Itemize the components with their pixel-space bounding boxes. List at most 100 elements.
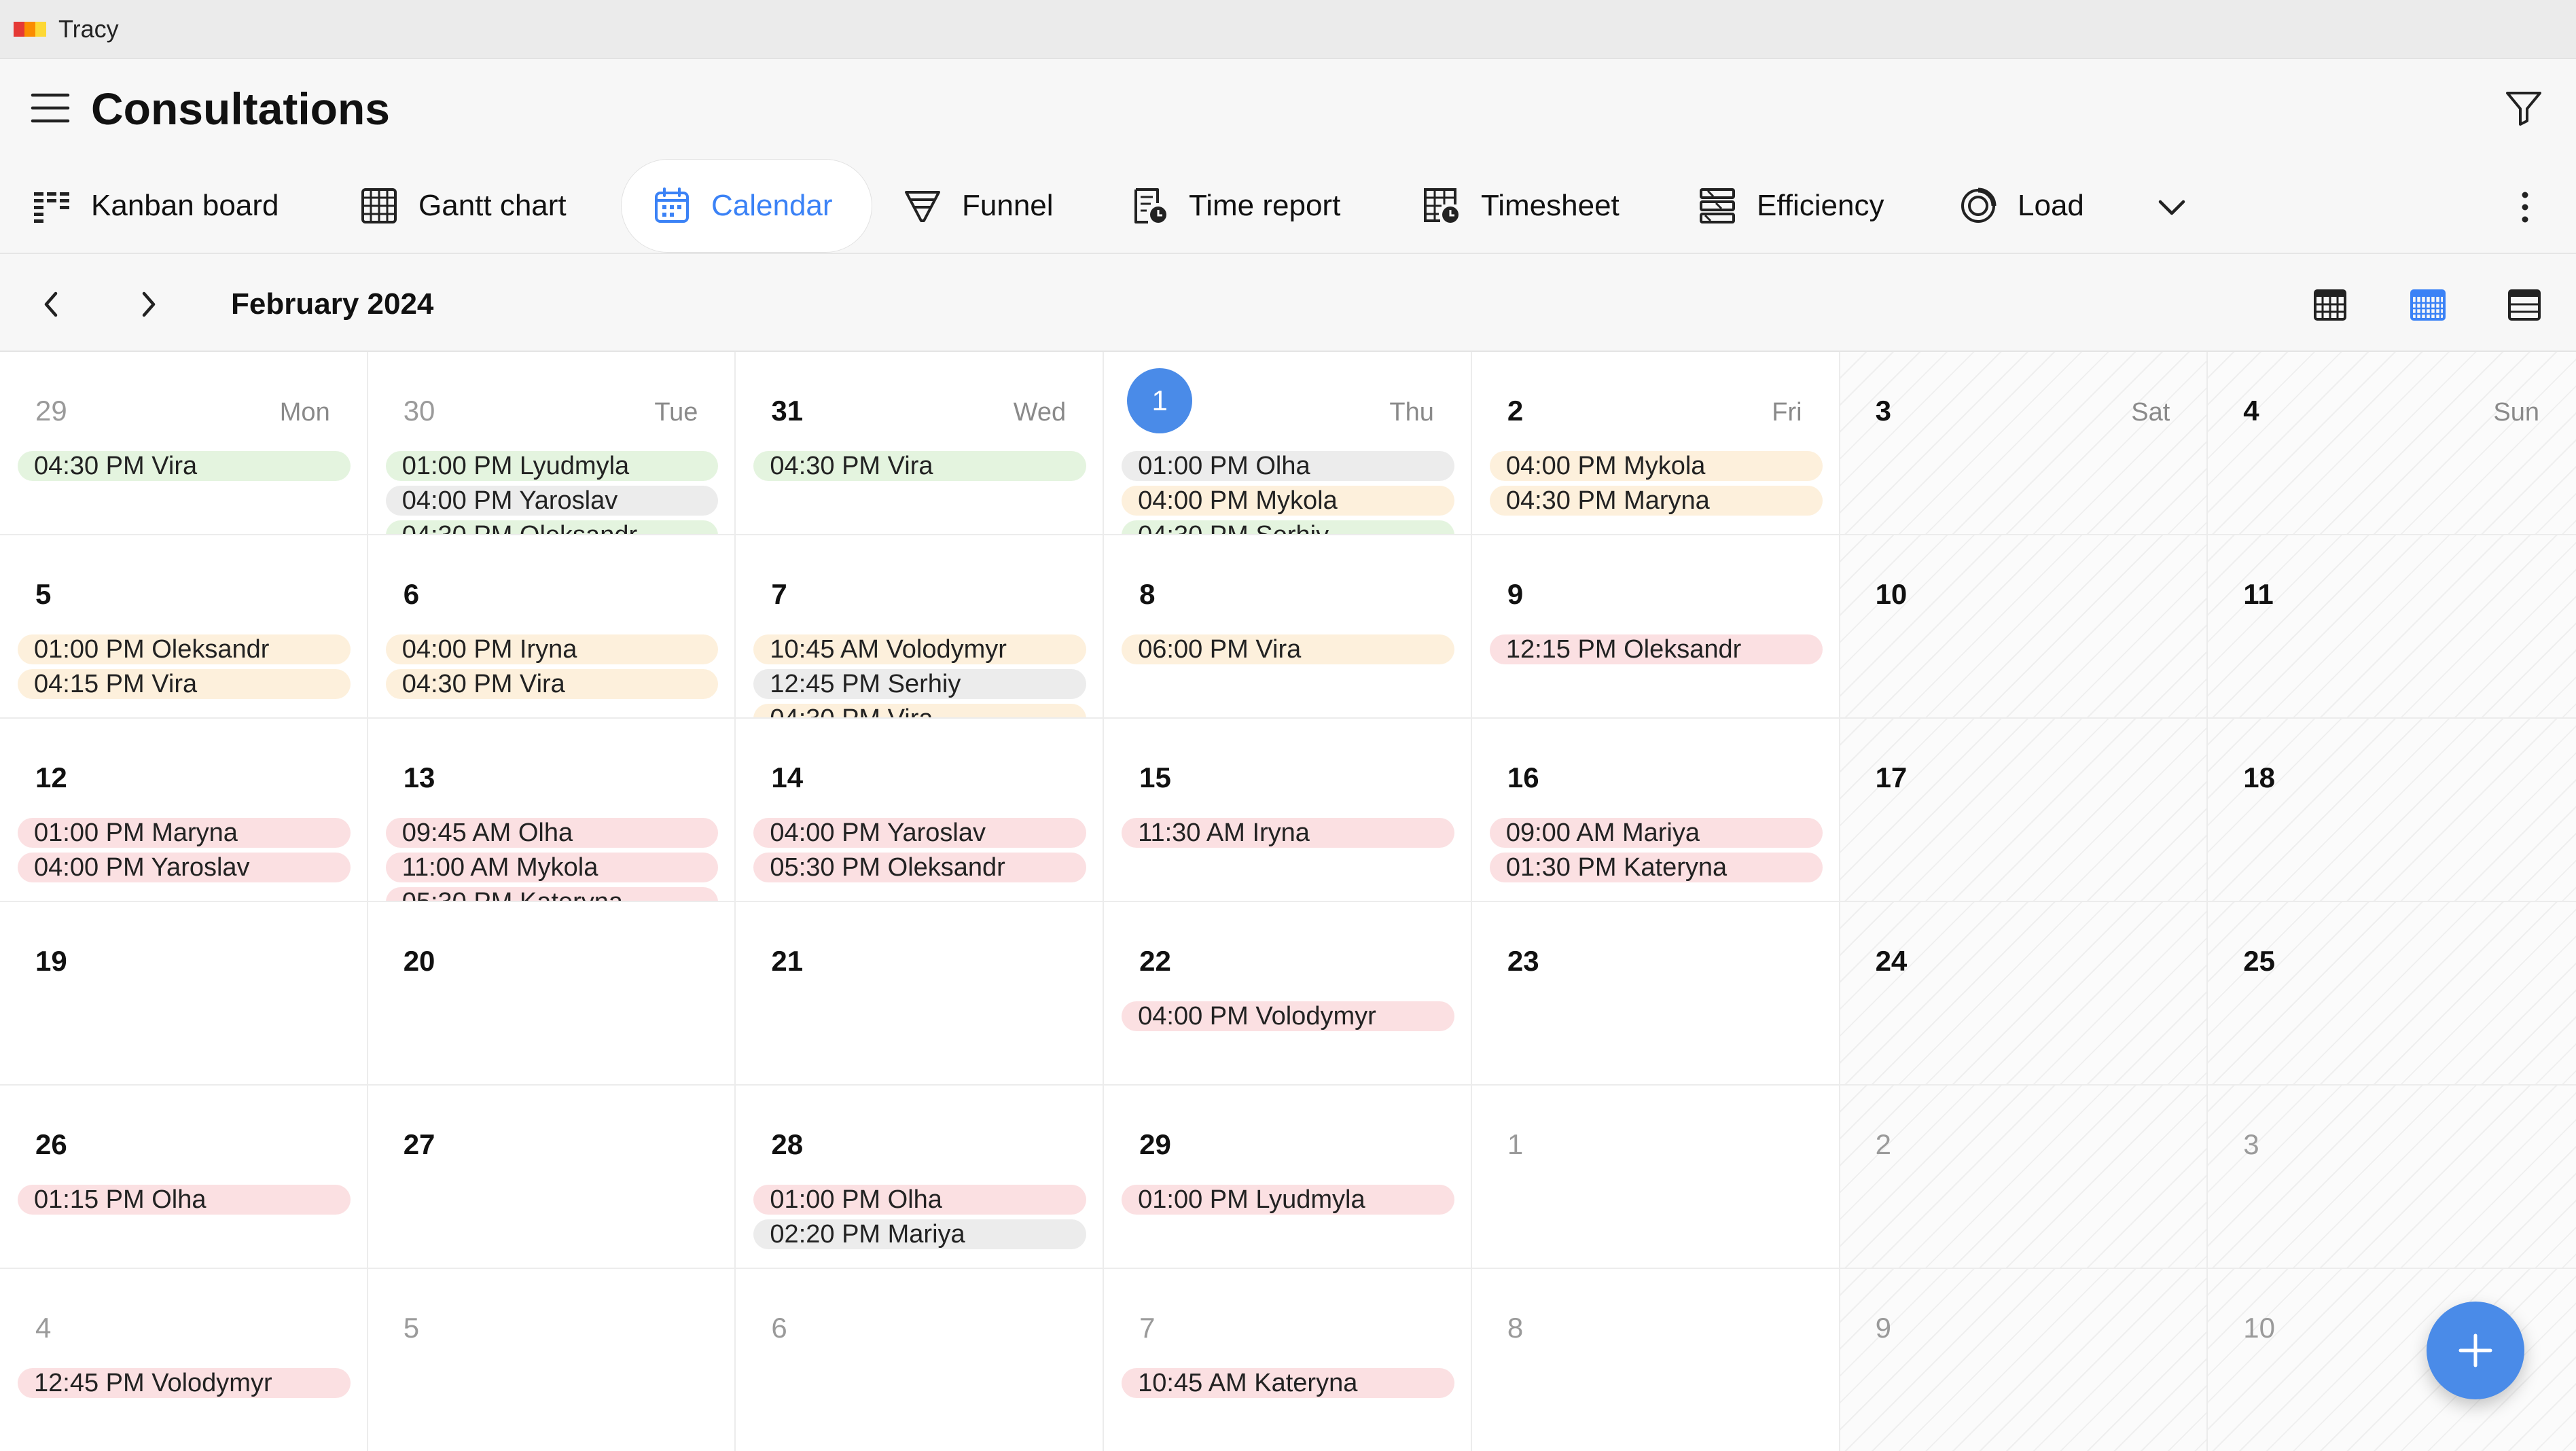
tab-gantt-chart[interactable]: Gantt chart [360, 159, 567, 253]
consultation-event[interactable]: 09:00 AM Mariya [1489, 818, 1823, 848]
consultation-event[interactable]: 01:00 PM Lyudmyla [385, 451, 719, 481]
consultation-event[interactable]: 04:00 PM Mykola [1122, 486, 1454, 516]
consultation-event[interactable]: 01:00 PM Olha [753, 1185, 1087, 1215]
event-time: 04:00 PM [401, 486, 513, 515]
consultation-event[interactable]: 01:00 PM Olha [1122, 451, 1454, 481]
consultation-event[interactable]: 04:30 PM Oleksandr [385, 520, 719, 534]
calendar-day-cell[interactable]: 28 01:00 PM Olha 02:20 PM Mariya [736, 1086, 1105, 1269]
consultation-event[interactable]: 05:30 PM Kateryna [385, 887, 719, 901]
consultation-event[interactable]: 04:30 PM Maryna [1489, 486, 1823, 516]
logo-stripe-yellow [35, 22, 46, 37]
tab-funnel[interactable]: Funnel [904, 159, 1054, 253]
consultation-event[interactable]: 12:15 PM Oleksandr [1489, 634, 1823, 664]
consultation-event[interactable]: 11:30 AM Iryna [1122, 818, 1454, 848]
day-events: 01:00 PM Olha 02:20 PM Mariya [753, 1185, 1087, 1268]
hamburger-menu-icon[interactable] [30, 91, 71, 125]
more-vertical-icon[interactable] [2514, 185, 2537, 230]
calendar-day-cell[interactable]: 6 04:00 PM Iryna 04:30 PM Vira [368, 535, 736, 719]
consultation-event[interactable]: 01:00 PM Maryna [18, 818, 351, 848]
calendar-day-cell[interactable]: 17 [1840, 719, 2208, 902]
consultation-event[interactable]: 10:45 AM Kateryna [1122, 1368, 1454, 1398]
calendar-day-cell[interactable]: 29 Mon 04:30 PM Vira [0, 352, 368, 535]
consultation-event[interactable]: 01:15 PM Olha [18, 1185, 351, 1215]
calendar-day-cell[interactable]: 7 10:45 AM Kateryna [1104, 1269, 1472, 1451]
calendar-day-cell[interactable]: 8 [1471, 1269, 1840, 1451]
event-person: Olha [518, 819, 573, 847]
calendar-day-cell[interactable]: 20 [368, 902, 736, 1086]
consultation-event[interactable]: 02:20 PM Mariya [753, 1219, 1087, 1249]
calendar-day-cell[interactable]: 6 [736, 1269, 1105, 1451]
calendar-day-cell[interactable]: 22 04:00 PM Volodymyr [1104, 902, 1472, 1086]
week-grid-view-icon[interactable] [2406, 283, 2450, 326]
consultation-event[interactable]: 12:45 PM Volodymyr [18, 1368, 351, 1398]
consultation-event[interactable]: 04:30 PM Vira [385, 669, 719, 699]
calendar-day-cell[interactable]: 19 [0, 902, 368, 1086]
filter-icon[interactable] [2504, 88, 2543, 128]
tab-efficiency[interactable]: Efficiency [1698, 159, 1884, 253]
consultation-event[interactable]: 04:30 PM Vira [18, 451, 351, 481]
calendar-day-cell[interactable]: 27 [368, 1086, 736, 1269]
calendar-day-cell[interactable]: 26 01:15 PM Olha [0, 1086, 368, 1269]
list-view-icon[interactable] [2503, 283, 2546, 326]
calendar-day-cell[interactable]: 1 [1471, 1086, 1840, 1269]
consultation-event[interactable]: 01:30 PM Kateryna [1489, 853, 1823, 882]
tab-timesheet[interactable]: Timesheet [1423, 159, 1620, 253]
calendar-day-cell[interactable]: 11 [2208, 535, 2576, 719]
consultation-event[interactable]: 04:00 PM Mykola [1489, 451, 1823, 481]
consultation-event[interactable]: 04:30 PM Vira [753, 451, 1087, 481]
consultation-event[interactable]: 04:00 PM Iryna [385, 634, 719, 664]
consultation-event[interactable]: 01:00 PM Lyudmyla [1122, 1185, 1454, 1215]
consultation-event[interactable]: 12:45 PM Serhiy [753, 669, 1087, 699]
calendar-day-cell[interactable]: 23 [1471, 902, 1840, 1086]
consultation-event[interactable]: 01:00 PM Oleksandr [18, 634, 351, 664]
consultation-event[interactable]: 06:00 PM Vira [1122, 634, 1454, 664]
chevron-left-icon[interactable] [33, 285, 71, 323]
calendar-day-cell[interactable]: 31 Wed 04:30 PM Vira [736, 352, 1105, 535]
consultation-event[interactable]: 04:00 PM Yaroslav [385, 486, 719, 516]
calendar-day-cell[interactable]: 14 04:00 PM Yaroslav 05:30 PM Oleksandr [736, 719, 1105, 902]
calendar-day-cell[interactable]: 4 Sun [2208, 352, 2576, 535]
calendar-day-cell[interactable]: 3 [2208, 1086, 2576, 1269]
consultation-event[interactable]: 04:30 PM Vira [753, 704, 1087, 717]
consultation-event[interactable]: 09:45 AM Olha [385, 818, 719, 848]
calendar-day-cell[interactable]: 30Tue01:00 PM Lyudmyla04:00 PM Yaroslav0… [368, 352, 736, 535]
tab-load[interactable]: Load [1959, 159, 2084, 253]
calendar-day-cell[interactable]: 8 06:00 PM Vira [1104, 535, 1472, 719]
calendar-day-cell[interactable]: 2 Fri 04:00 PM Mykola 04:30 PM Maryna [1471, 352, 1840, 535]
calendar-day-cell[interactable]: 16 09:00 AM Mariya 01:30 PM Kateryna [1471, 719, 1840, 902]
consultation-event[interactable]: 04:00 PM Yaroslav [753, 818, 1087, 848]
consultation-event[interactable]: 04:30 PM Serhiy [1122, 520, 1454, 534]
consultation-event[interactable]: 04:00 PM Yaroslav [18, 853, 351, 882]
calendar-day-cell[interactable]: 10 [1840, 535, 2208, 719]
month-grid-view-icon[interactable] [2308, 283, 2352, 326]
calendar-day-cell[interactable]: 12 01:00 PM Maryna 04:00 PM Yaroslav [0, 719, 368, 902]
calendar-day-cell[interactable]: 3 Sat [1840, 352, 2208, 535]
consultation-event[interactable]: 11:00 AM Mykola [385, 853, 719, 882]
calendar-day-cell[interactable]: 1Thu01:00 PM Olha04:00 PM Mykola04:30 PM… [1104, 352, 1472, 535]
calendar-day-cell[interactable]: 5 [368, 1269, 736, 1451]
calendar-day-cell[interactable]: 29 01:00 PM Lyudmyla [1104, 1086, 1472, 1269]
consultation-event[interactable]: 10:45 AM Volodymyr [753, 634, 1087, 664]
tab-time-report[interactable]: Time report [1130, 159, 1340, 253]
calendar-day-cell[interactable]: 24 [1840, 902, 2208, 1086]
calendar-day-cell[interactable]: 2 [1840, 1086, 2208, 1269]
calendar-day-cell[interactable]: 18 [2208, 719, 2576, 902]
calendar-day-cell[interactable]: 9 [1840, 1269, 2208, 1451]
calendar-day-cell[interactable]: 4 12:45 PM Volodymyr [0, 1269, 368, 1451]
tab-kanban-board[interactable]: Kanban board [33, 159, 279, 253]
calendar-day-cell[interactable]: 5 01:00 PM Oleksandr 04:15 PM Vira [0, 535, 368, 719]
calendar-icon [653, 187, 691, 225]
tab-calendar[interactable]: Calendar [621, 159, 872, 253]
calendar-day-cell[interactable]: 25 [2208, 902, 2576, 1086]
add-consultation-button[interactable] [2427, 1302, 2524, 1399]
calendar-day-cell[interactable]: 21 [736, 902, 1105, 1086]
consultation-event[interactable]: 04:00 PM Volodymyr [1122, 1001, 1454, 1031]
chevron-down-icon[interactable] [2151, 186, 2193, 228]
chevron-right-icon[interactable] [129, 285, 167, 323]
calendar-day-cell[interactable]: 1309:45 AM Olha11:00 AM Mykola05:30 PM K… [368, 719, 736, 902]
consultation-event[interactable]: 05:30 PM Oleksandr [753, 853, 1087, 882]
calendar-day-cell[interactable]: 9 12:15 PM Oleksandr [1471, 535, 1840, 719]
calendar-day-cell[interactable]: 710:45 AM Volodymyr12:45 PM Serhiy04:30 … [736, 535, 1105, 719]
calendar-day-cell[interactable]: 15 11:30 AM Iryna [1104, 719, 1472, 902]
consultation-event[interactable]: 04:15 PM Vira [18, 669, 351, 699]
